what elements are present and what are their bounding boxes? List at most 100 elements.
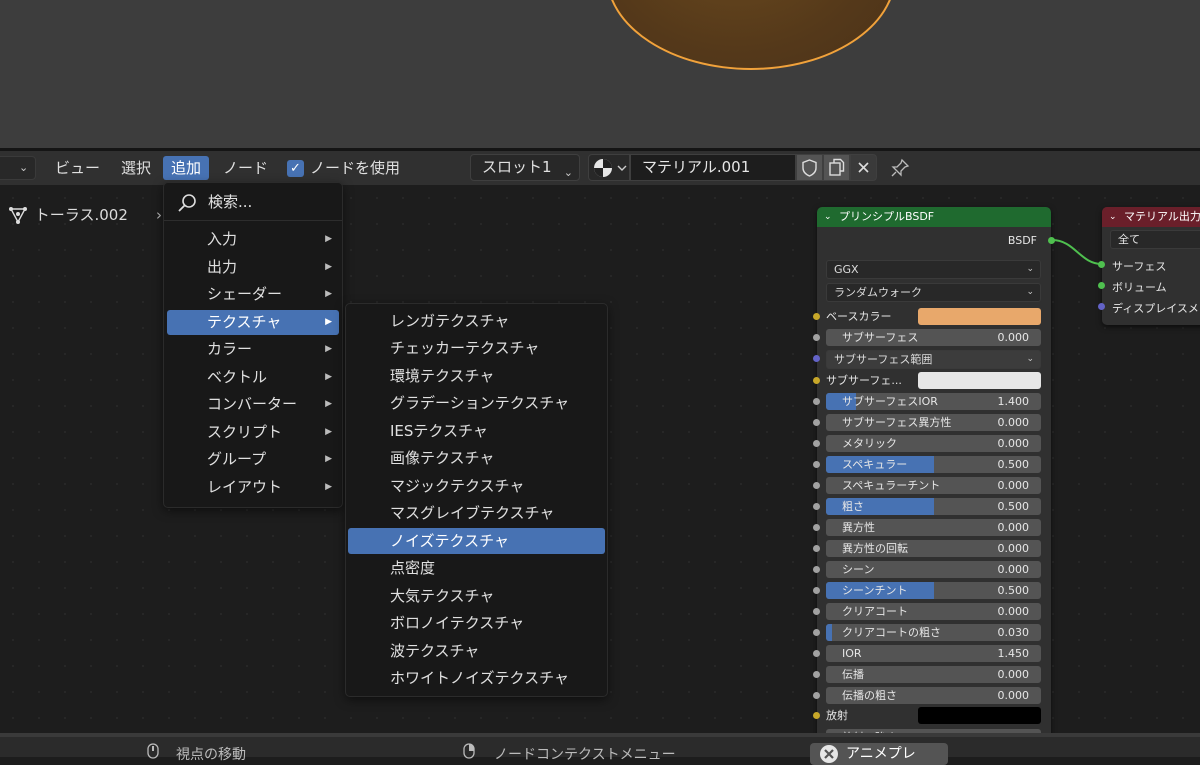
search-item[interactable]: 検索...	[164, 187, 342, 217]
field-11[interactable]: クリアコート 0.000	[826, 603, 1041, 620]
field-1[interactable]: サブサーフェスIOR 1.400	[826, 393, 1041, 410]
editor-type-dropdown[interactable]: ⌄	[0, 156, 36, 180]
field-12[interactable]: クリアコートの粗さ 0.030	[826, 624, 1041, 641]
field-6[interactable]: 粗さ 0.500	[826, 498, 1041, 515]
input-socket[interactable]	[813, 503, 820, 510]
node-header[interactable]: ⌄ プリンシプルBSDF	[817, 207, 1051, 227]
subsurface-method-dropdown[interactable]: ランダムウォーク ⌄	[826, 283, 1041, 302]
torus-object[interactable]	[606, 0, 896, 70]
menu-item-script[interactable]: スクリプト ▶	[167, 420, 339, 445]
field-14[interactable]: 伝播 0.000	[826, 666, 1041, 683]
menu-add[interactable]: 追加	[163, 156, 210, 180]
3d-viewport[interactable]	[0, 0, 1200, 148]
fake-user-button[interactable]	[796, 154, 823, 181]
menu-select[interactable]: 選択	[113, 156, 159, 180]
field-9[interactable]: シーン 0.000	[826, 561, 1041, 578]
input-socket[interactable]	[813, 355, 820, 362]
bsdf-output-label: BSDF	[1007, 234, 1037, 247]
search-label: 検索...	[208, 193, 253, 211]
field-13[interactable]: IOR 1.450	[826, 645, 1041, 662]
input-socket[interactable]	[813, 334, 820, 341]
material-name-field[interactable]: マテリアル.001	[630, 154, 796, 181]
input-socket[interactable]	[813, 566, 820, 573]
node-header[interactable]: ⌄ マテリアル出力	[1102, 207, 1200, 227]
field-2[interactable]: サブサーフェス異方性 0.000	[826, 414, 1041, 431]
menu-item-group[interactable]: グループ ▶	[167, 447, 339, 472]
pin-button[interactable]	[889, 157, 911, 179]
input-socket[interactable]	[813, 712, 820, 719]
new-material-button[interactable]	[823, 154, 850, 181]
menu-item-checker-texture[interactable]: チェッカーテクスチャ	[348, 335, 605, 361]
menu-item-converter[interactable]: コンバーター ▶	[167, 392, 339, 417]
node-editor-header: ⌄ ビュー 選択 追加 ノード ✓ ノードを使用 スロット1 ⌄ マテリアル.00…	[0, 151, 1200, 185]
unlink-material-button[interactable]	[850, 154, 877, 181]
field-4[interactable]: スペキュラー 0.500	[826, 456, 1041, 473]
menu-item-magic-texture[interactable]: マジックテクスチャ	[348, 473, 605, 499]
menu-item-environment-texture[interactable]: 環境テクスチャ	[348, 363, 605, 389]
menu-item-input[interactable]: 入力 ▶	[167, 227, 339, 252]
surface-input-socket[interactable]	[1098, 261, 1105, 268]
menu-view[interactable]: ビュー	[47, 156, 108, 180]
menu-item-layout[interactable]: レイアウト ▶	[167, 475, 339, 500]
input-socket[interactable]	[813, 313, 820, 320]
menu-item-texture[interactable]: テクスチャ ▶	[167, 310, 339, 335]
menu-item-voronoi-texture[interactable]: ボロノイテクスチャ	[348, 610, 605, 636]
field-0[interactable]: サブサーフェス 0.000	[826, 329, 1041, 346]
collapse-chevron-icon[interactable]: ⌄	[824, 207, 832, 227]
principled-bsdf-node[interactable]: ⌄ プリンシプルBSDF BSDF GGX ⌄ ランダムウォーク ⌄ ベースカラー …	[817, 207, 1051, 742]
menu-item-noise-texture[interactable]: ノイズテクスチャ	[348, 528, 605, 554]
displacement-input-socket[interactable]	[1098, 303, 1105, 310]
slot-dropdown[interactable]: スロット1 ⌄	[470, 154, 580, 181]
menu-item-point-density[interactable]: 点密度	[348, 555, 605, 581]
menu-node[interactable]: ノード	[215, 156, 276, 180]
menu-item-output[interactable]: 出力 ▶	[167, 255, 339, 280]
input-socket[interactable]	[813, 629, 820, 636]
input-socket[interactable]	[813, 377, 820, 384]
volume-input-socket[interactable]	[1098, 282, 1105, 289]
menu-item-gradient-texture[interactable]: グラデーションテクスチャ	[348, 390, 605, 416]
menu-item-vector[interactable]: ベクトル ▶	[167, 365, 339, 390]
field-15[interactable]: 伝播の粗さ 0.000	[826, 687, 1041, 704]
input-socket[interactable]	[813, 692, 820, 699]
distribution-dropdown[interactable]: GGX ⌄	[826, 260, 1041, 279]
use-nodes-checkbox[interactable]: ✓	[287, 160, 304, 177]
input-socket[interactable]	[813, 419, 820, 426]
input-socket[interactable]	[813, 524, 820, 531]
material-output-node[interactable]: ⌄ マテリアル出力 全て サーフェス ボリューム ディスプレイスメント	[1102, 207, 1200, 325]
menu-item-ies-texture[interactable]: IESテクスチャ	[348, 418, 605, 444]
emission-color-swatch[interactable]	[918, 707, 1041, 724]
input-socket[interactable]	[813, 545, 820, 552]
input-socket[interactable]	[813, 587, 820, 594]
animation-player-button[interactable]: アニメプレ	[810, 743, 948, 765]
field-7[interactable]: 異方性 0.000	[826, 519, 1041, 536]
mesh-icon	[8, 204, 30, 228]
menu-item-musgrave-texture[interactable]: マスグレイブテクスチャ	[348, 500, 605, 526]
bsdf-output-socket[interactable]	[1048, 237, 1055, 244]
field-10[interactable]: シーンチント 0.500	[826, 582, 1041, 599]
menu-item-sky-texture[interactable]: 大気テクスチャ	[348, 583, 605, 609]
subsurface-color-swatch[interactable]	[918, 372, 1041, 389]
menu-item-white-noise-texture[interactable]: ホワイトノイズテクスチャ	[348, 665, 605, 691]
input-socket[interactable]	[813, 671, 820, 678]
collapse-chevron-icon[interactable]: ⌄	[1109, 207, 1117, 227]
menu-item-image-texture[interactable]: 画像テクスチャ	[348, 445, 605, 471]
input-socket[interactable]	[813, 608, 820, 615]
input-socket[interactable]	[813, 482, 820, 489]
subsurface-radius-dropdown[interactable]: サブサーフェス範囲 ⌄	[826, 350, 1041, 369]
field-5[interactable]: スペキュラーチント 0.000	[826, 477, 1041, 494]
menu-item-shader[interactable]: シェーダー ▶	[167, 282, 339, 307]
input-socket[interactable]	[813, 650, 820, 657]
input-socket[interactable]	[813, 398, 820, 405]
target-dropdown[interactable]: 全て	[1110, 230, 1200, 249]
input-socket[interactable]	[813, 440, 820, 447]
base-color-swatch[interactable]	[918, 308, 1041, 325]
menu-item-color[interactable]: カラー ▶	[167, 337, 339, 362]
field-3[interactable]: メタリック 0.000	[826, 435, 1041, 452]
menu-item-wave-texture[interactable]: 波テクスチャ	[348, 638, 605, 664]
dropdown-value: 全て	[1118, 233, 1140, 246]
field-8[interactable]: 異方性の回転 0.000	[826, 540, 1041, 557]
material-browse-button[interactable]	[588, 154, 630, 181]
input-socket[interactable]	[813, 461, 820, 468]
menu-item-brick-texture[interactable]: レンガテクスチャ	[348, 308, 605, 334]
field-value: 0.500	[997, 500, 1030, 513]
